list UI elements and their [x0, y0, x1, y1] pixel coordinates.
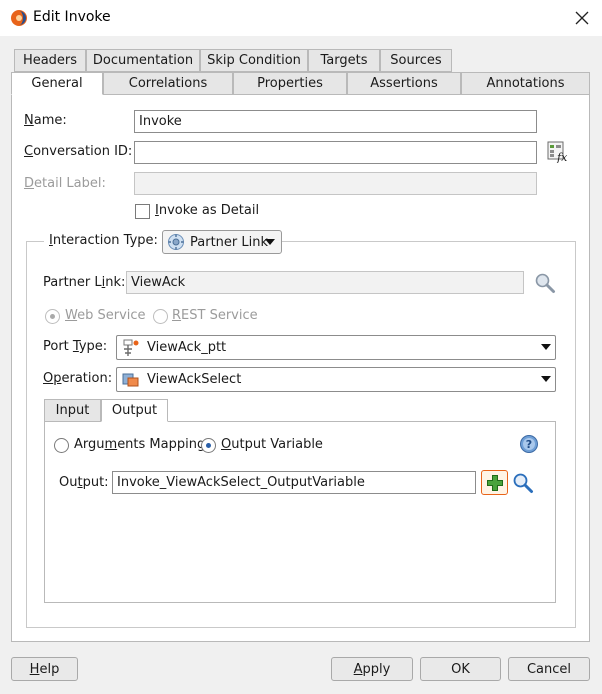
port-type-icon: [123, 339, 139, 356]
tab-label: Targets: [320, 53, 368, 68]
output-variable-label: Output Variable: [221, 437, 323, 452]
tab-label: Correlations: [128, 76, 208, 91]
tab-label: Headers: [22, 53, 78, 68]
web-service-label: Web Service: [65, 308, 146, 323]
port-type-dropdown[interactable]: ViewAck_ptt: [116, 335, 556, 360]
tab-label: General: [31, 76, 83, 91]
tab-label: Input: [55, 403, 90, 418]
apply-button[interactable]: Apply: [331, 657, 413, 681]
partner-link-field: ViewAck: [126, 271, 524, 294]
tab-general[interactable]: General: [11, 72, 103, 95]
subtab-output[interactable]: Output: [101, 399, 168, 422]
tab-headers[interactable]: Headers: [14, 49, 86, 72]
tab-skip-condition[interactable]: Skip Condition: [200, 49, 308, 72]
tab-label: Assertions: [370, 76, 438, 91]
tab-targets[interactable]: Targets: [308, 49, 380, 72]
close-icon: [575, 11, 589, 25]
port-type-label: Port Type:: [43, 339, 108, 354]
subtab-input[interactable]: Input: [44, 399, 101, 422]
invoke-as-detail-label: Invoke as Detail: [155, 203, 260, 218]
arguments-mapping-radio[interactable]: [54, 438, 69, 453]
operation-dropdown[interactable]: ViewAckSelect: [116, 367, 556, 392]
search-icon[interactable]: [534, 272, 556, 294]
chevron-down-icon: [541, 344, 551, 350]
help-button[interactable]: Help: [11, 657, 78, 681]
detail-label-label: Detail Label:: [24, 176, 106, 191]
tab-sources[interactable]: Sources: [380, 49, 452, 72]
tab-label: Output: [111, 403, 158, 418]
output-variable-radio[interactable]: [201, 438, 216, 453]
interaction-type-dropdown[interactable]: Partner Link: [162, 230, 282, 254]
conversation-id-field[interactable]: [134, 141, 537, 164]
cancel-button[interactable]: Cancel: [508, 657, 590, 681]
name-field[interactable]: Invoke: [134, 110, 537, 133]
tab-correlations[interactable]: Correlations: [103, 72, 233, 95]
close-button[interactable]: [566, 4, 598, 32]
rest-service-radio: [153, 309, 168, 324]
operation-icon: [122, 373, 139, 386]
port-type-value: ViewAck_ptt: [147, 340, 227, 355]
ok-button[interactable]: OK: [420, 657, 501, 681]
svg-text:?: ?: [526, 438, 532, 451]
invoke-as-detail-checkbox[interactable]: [135, 204, 150, 219]
name-label: Name:: [24, 113, 67, 128]
web-service-radio: [45, 309, 60, 324]
detail-label-field: [134, 172, 537, 195]
chevron-down-icon: [541, 376, 551, 382]
app-icon: [11, 10, 27, 26]
output-label: Output:: [59, 475, 109, 490]
tab-properties[interactable]: Properties: [233, 72, 347, 95]
tab-assertions[interactable]: Assertions: [347, 72, 461, 95]
conversation-id-label: Conversation ID:: [24, 144, 133, 159]
help-icon[interactable]: ?: [519, 434, 539, 454]
output-variable-field[interactable]: Invoke_ViewAckSelect_OutputVariable: [112, 471, 476, 494]
operation-label: Operation:: [43, 371, 113, 386]
window-title: Edit Invoke: [33, 9, 111, 25]
operation-value: ViewAckSelect: [147, 372, 242, 387]
interaction-type-label: Interaction Type:: [44, 233, 163, 248]
rest-service-label: REST Service: [172, 308, 258, 323]
chevron-down-icon: [265, 239, 275, 245]
interaction-type-value: Partner Link: [190, 234, 268, 250]
tab-label: Properties: [257, 76, 323, 91]
arguments-mapping-label: Arguments Mapping: [74, 437, 206, 452]
tab-documentation[interactable]: Documentation: [86, 49, 200, 72]
tab-label: Documentation: [92, 53, 194, 68]
partner-link-icon: [168, 234, 184, 250]
expression-builder-icon[interactable]: fx: [547, 141, 569, 163]
tab-label: Annotations: [486, 76, 565, 91]
tab-annotations[interactable]: Annotations: [461, 72, 590, 95]
tab-label: Skip Condition: [207, 53, 301, 68]
svg-text:fx: fx: [556, 151, 568, 163]
browse-variable-search-icon[interactable]: [512, 472, 534, 494]
tab-label: Sources: [390, 53, 442, 68]
partner-link-label: Partner Link:: [43, 275, 126, 290]
plus-icon: [486, 474, 503, 491]
title-bar: Edit Invoke: [0, 0, 602, 36]
add-variable-button[interactable]: [481, 470, 508, 495]
